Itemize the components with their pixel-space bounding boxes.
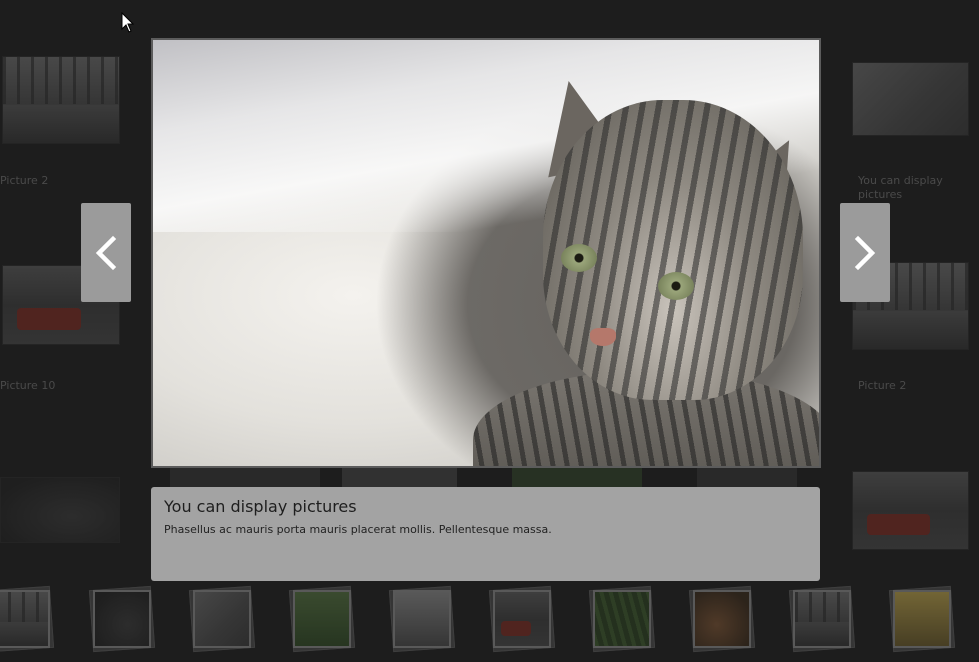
background-thumbnail[interactable] xyxy=(852,62,969,136)
image-caption-description: Phasellus ac mauris porta mauris placera… xyxy=(164,523,552,536)
thumbnail-image xyxy=(0,590,50,648)
filmstrip-thumbnail[interactable] xyxy=(788,585,856,653)
chevron-right-icon xyxy=(854,235,876,270)
chevron-left-icon xyxy=(95,235,117,270)
background-thumbnail-partial xyxy=(512,466,642,488)
image-caption-box: You can display pictures Phasellus ac ma… xyxy=(151,487,820,581)
thumbnail-image xyxy=(853,472,968,549)
thumbnail-image xyxy=(853,63,968,135)
lightbox-photo xyxy=(153,40,819,466)
thumbnail-filmstrip xyxy=(0,585,979,656)
next-image-button[interactable] xyxy=(840,203,890,302)
background-caption: You can display pictures xyxy=(858,174,943,201)
lightbox-stage: Picture 2 Picture 10 You can display pic… xyxy=(0,0,979,662)
previous-image-button[interactable] xyxy=(81,203,131,302)
cat-eye-left xyxy=(561,244,597,272)
mouse-pointer-icon xyxy=(121,12,135,33)
background-caption: Picture 2 xyxy=(0,174,49,187)
thumbnail-image xyxy=(193,590,251,648)
filmstrip-thumbnail[interactable] xyxy=(188,585,256,653)
background-caption: Picture 2 xyxy=(858,379,907,392)
background-thumbnail[interactable] xyxy=(852,471,969,550)
thumbnail-image xyxy=(593,590,651,648)
image-caption-title: You can display pictures xyxy=(164,497,357,516)
filmstrip-thumbnail[interactable] xyxy=(888,585,956,653)
background-thumbnail-partial xyxy=(342,466,457,488)
filmstrip-thumbnail[interactable] xyxy=(288,585,356,653)
cat-nose xyxy=(590,328,616,346)
filmstrip-thumbnail[interactable] xyxy=(688,585,756,653)
thumbnail-image xyxy=(493,590,551,648)
filmstrip-thumbnail[interactable] xyxy=(588,585,656,653)
cat-eye-right xyxy=(658,272,694,300)
background-caption: Picture 10 xyxy=(0,379,56,392)
thumbnail-image xyxy=(3,57,119,143)
filmstrip-thumbnail[interactable] xyxy=(0,585,55,653)
thumbnail-image xyxy=(393,590,451,648)
filmstrip-thumbnail[interactable] xyxy=(388,585,456,653)
thumbnail-image xyxy=(893,590,951,648)
filmstrip-thumbnail[interactable] xyxy=(88,585,156,653)
background-thumbnail[interactable] xyxy=(0,477,120,543)
lightbox-image-frame xyxy=(151,38,821,468)
background-thumbnail-partial xyxy=(697,466,797,488)
thumbnail-image xyxy=(693,590,751,648)
thumbnail-image xyxy=(793,590,851,648)
filmstrip-thumbnail[interactable] xyxy=(488,585,556,653)
background-thumbnail[interactable] xyxy=(2,56,120,144)
thumbnail-image xyxy=(1,478,119,542)
thumbnail-image xyxy=(93,590,151,648)
background-thumbnail-partial xyxy=(170,466,320,488)
thumbnail-image xyxy=(293,590,351,648)
